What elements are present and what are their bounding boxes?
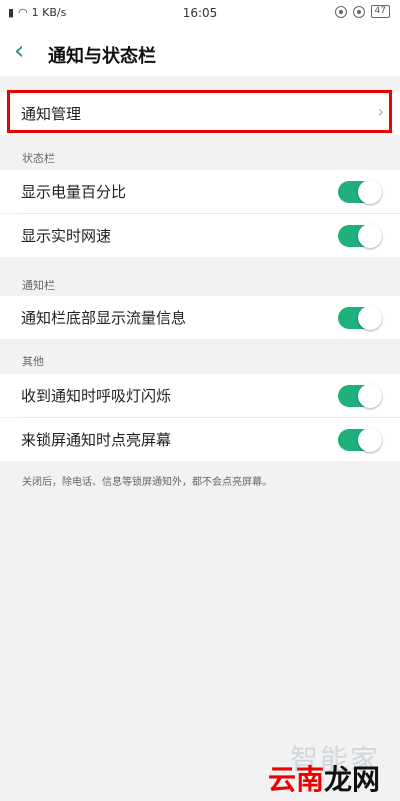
- watermark-bottom: 云南龙网: [268, 758, 380, 798]
- privacy-icon: [334, 5, 347, 18]
- footer-note: 关闭后，除电话、信息等锁屏通知外，都不会点亮屏幕。: [22, 477, 272, 488]
- wake-screen-row[interactable]: 来锁屏通知时点亮屏幕: [0, 418, 400, 461]
- notification-management-label: 通知管理: [21, 105, 82, 123]
- back-arrow-icon[interactable]: ‹: [14, 36, 24, 66]
- breathing-light-toggle[interactable]: [338, 384, 382, 408]
- toggle-knob: [358, 180, 382, 204]
- notification-management-row[interactable]: 通知管理 ›: [0, 92, 400, 135]
- status-bar: ▮ ◠ 1 KB/s 16:05 47: [0, 0, 400, 30]
- battery-percentage-toggle[interactable]: [338, 180, 382, 204]
- toggle-knob: [358, 428, 382, 452]
- watermark-red: 云南: [268, 763, 325, 796]
- realtime-speed-row[interactable]: 显示实时网速: [0, 214, 400, 257]
- toggle-knob: [358, 306, 382, 330]
- alarm-icon: [352, 5, 365, 18]
- realtime-speed-toggle[interactable]: [338, 224, 382, 248]
- watermark-black: 龙网: [324, 763, 381, 796]
- traffic-info-row[interactable]: 通知栏底部显示流量信息: [0, 296, 400, 339]
- battery-percentage-row[interactable]: 显示电量百分比: [0, 170, 400, 213]
- wake-screen-toggle[interactable]: [338, 428, 382, 452]
- toggle-knob: [358, 384, 382, 408]
- chevron-right-icon: ›: [377, 102, 384, 121]
- nav-bar: ‹ 通知与状态栏: [0, 30, 400, 76]
- battery-icon: 47: [370, 5, 390, 18]
- traffic-info-toggle[interactable]: [338, 306, 382, 330]
- section-title-status-bar: 状态栏: [22, 152, 55, 165]
- toggle-knob: [358, 224, 382, 248]
- page-title: 通知与状态栏: [48, 46, 156, 67]
- section-title-other: 其他: [22, 355, 44, 368]
- section-title-notification-bar: 通知栏: [22, 279, 55, 292]
- status-bar-right: 47: [334, 5, 390, 18]
- breathing-light-row[interactable]: 收到通知时呼吸灯闪烁: [0, 374, 400, 417]
